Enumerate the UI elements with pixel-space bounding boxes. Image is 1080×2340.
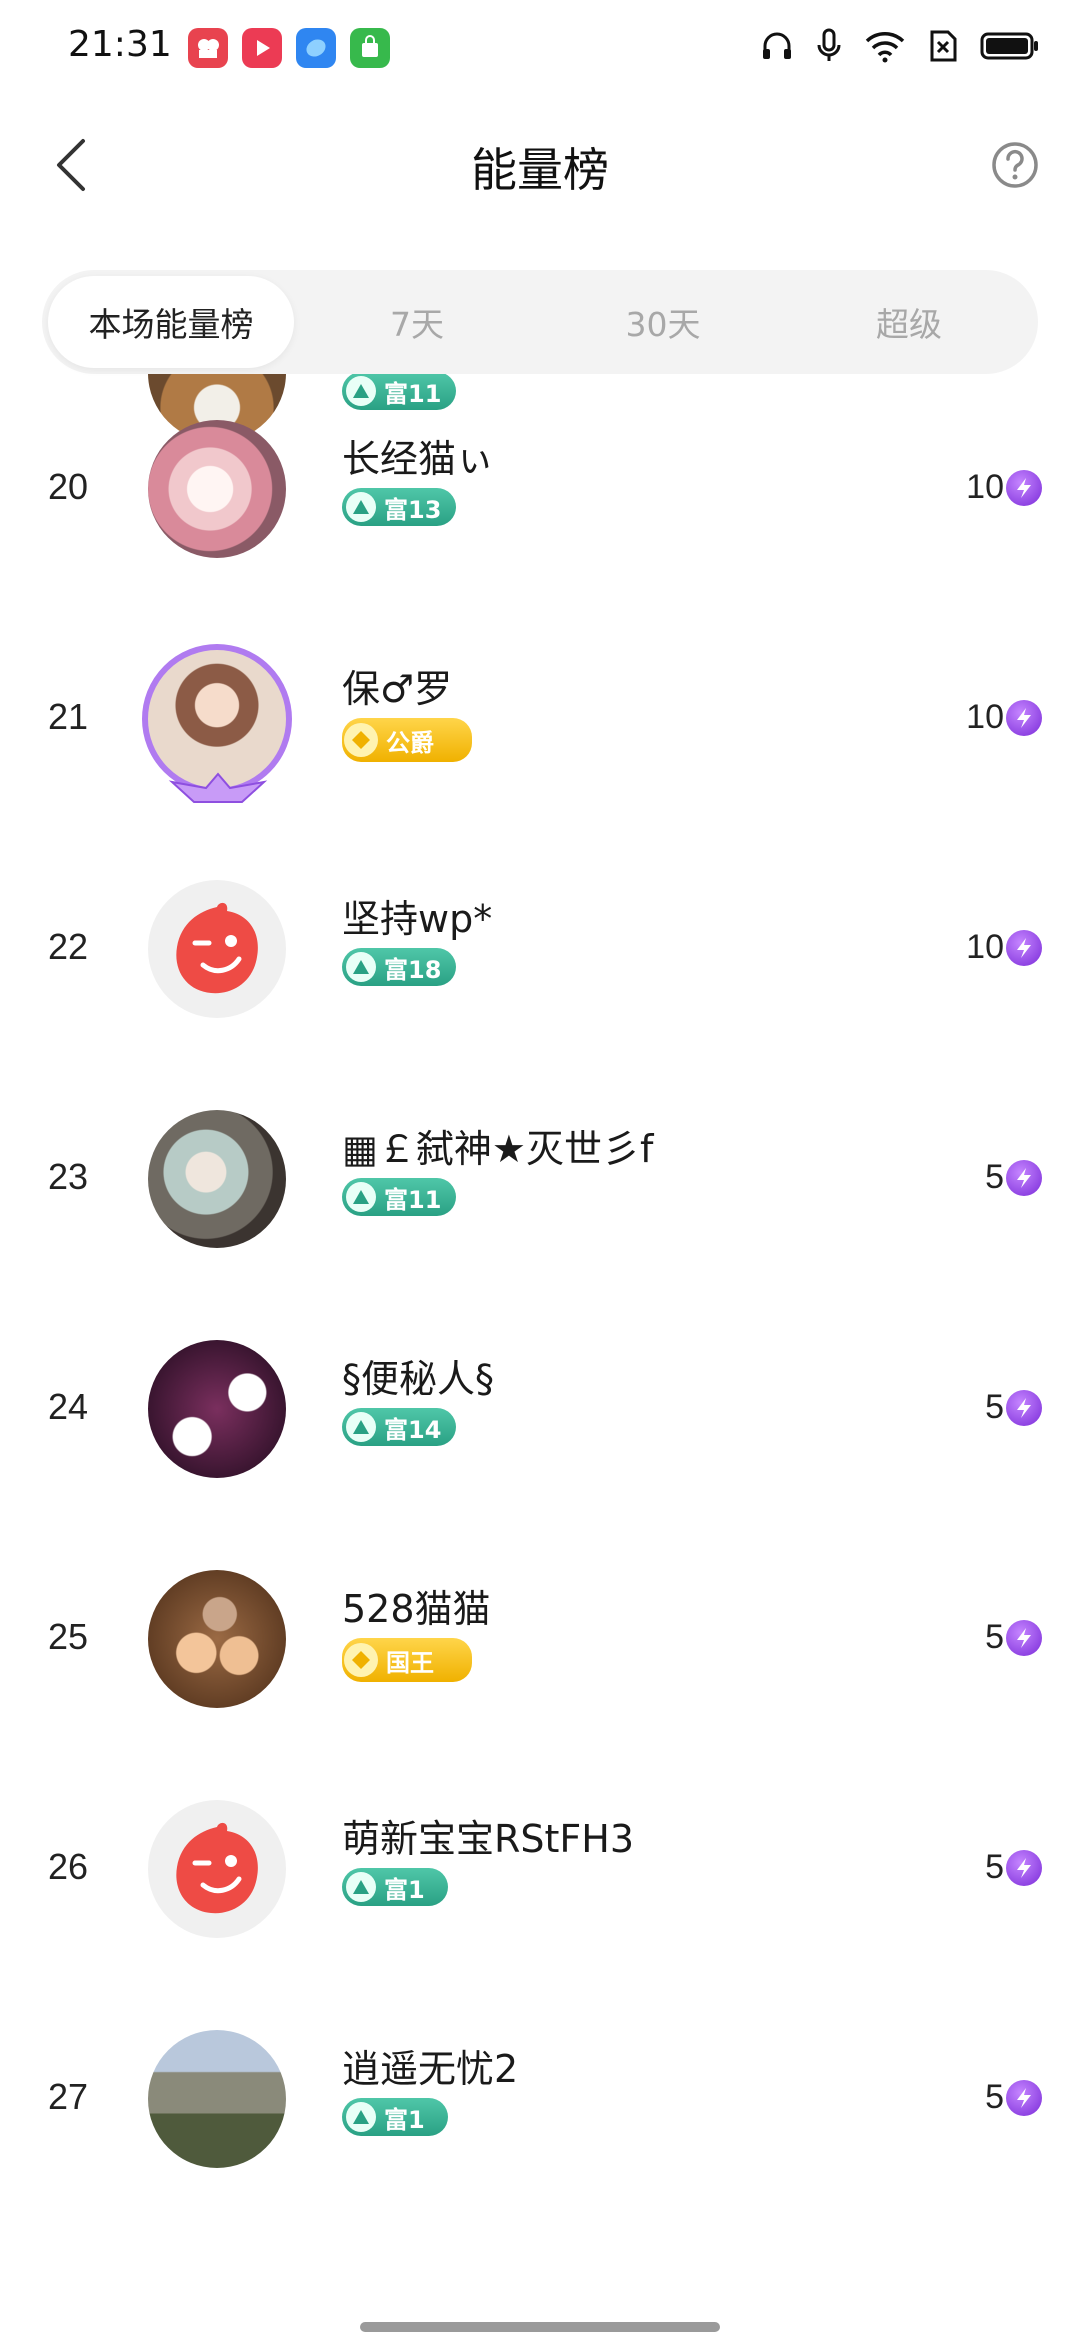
notification-icons [188, 28, 390, 68]
ranking-tabs: 本场能量榜 7天 30天 超级 [42, 270, 1038, 374]
energy-bolt-icon [1006, 1620, 1042, 1656]
list-item[interactable]: 25 528猫猫 国王 5 [0, 1524, 1080, 1754]
rank-number: 24 [48, 1386, 89, 1427]
avatar [148, 2030, 286, 2168]
list-item[interactable]: 21 保♂罗 公爵 10 [0, 604, 1080, 834]
message-app-icon [296, 28, 336, 68]
tab-current-session[interactable]: 本场能量榜 [48, 276, 294, 368]
energy-bolt-icon [1006, 2080, 1042, 2116]
store-app-icon [350, 28, 390, 68]
rank-number: 27 [48, 2076, 89, 2117]
energy-bolt-icon [1006, 700, 1042, 736]
rank-number: 22 [48, 926, 89, 967]
help-button[interactable] [990, 140, 1040, 190]
energy-score: 5 [985, 1618, 1004, 1656]
list-item[interactable]: 22 坚持wp* 富18 10 [0, 834, 1080, 1064]
avatar [148, 420, 286, 558]
default-avatar [148, 880, 286, 1018]
page-title: 能量榜 [471, 143, 609, 197]
status-time: 21:31 [68, 24, 172, 65]
wifi-icon [865, 32, 905, 63]
user-name: §便秘人§ [342, 1357, 495, 1401]
energy-bolt-icon [1006, 1160, 1042, 1196]
energy-bolt-icon [1006, 1390, 1042, 1426]
wealth-badge: 富13 [342, 488, 456, 526]
user-name: 坚持wp* [342, 897, 493, 941]
user-name: ▦￡弑神★灭世彡f [342, 1127, 654, 1171]
energy-score: 5 [985, 2078, 1004, 2116]
wealth-badge: 富1 [342, 2098, 448, 2136]
user-name: 长经猫ぃ [342, 437, 495, 481]
microphone-icon [817, 28, 841, 61]
avatar-frame-crown-icon [168, 772, 268, 803]
list-item[interactable]: 24 §便秘人§ 富14 5 [0, 1294, 1080, 1524]
list-item[interactable]: 26 萌新宝宝RStFH3 富1 5 [0, 1754, 1080, 1984]
energy-score: 5 [985, 1848, 1004, 1886]
avatar [148, 1570, 286, 1708]
user-name: 528猫猫 [342, 1587, 491, 1631]
energy-score: 5 [985, 1388, 1004, 1426]
energy-score: 10 [966, 468, 1004, 506]
list-item[interactable]: 27 逍遥无忧2 富1 5 [0, 1984, 1080, 2214]
wealth-badge: 富11 [342, 1178, 456, 1216]
no-sim-icon [930, 30, 957, 62]
energy-score: 5 [985, 1158, 1004, 1196]
user-name: 萌新宝宝RStFH3 [342, 1817, 635, 1861]
energy-bolt-icon [1006, 930, 1042, 966]
default-avatar [148, 1800, 286, 1938]
rank-number: 25 [48, 1616, 89, 1657]
user-name: 保♂罗 [342, 667, 453, 711]
wealth-badge: 富18 [342, 948, 456, 986]
app-notification-icon [188, 28, 228, 68]
wealth-badge: 富1 [342, 1868, 448, 1906]
wealth-badge: 富14 [342, 1408, 456, 1446]
ranking-list: 富11 20 长经猫ぃ 富13 10 21 保♂罗 公爵 10 22 坚持wp*… [0, 374, 1080, 2324]
rank-number: 21 [48, 696, 89, 737]
tab-7-days[interactable]: 7天 [294, 276, 540, 368]
wink-face-icon [176, 902, 258, 994]
list-item[interactable]: 20 长经猫ぃ 富13 10 [0, 374, 1080, 604]
energy-bolt-icon [1006, 1850, 1042, 1886]
energy-score: 10 [966, 698, 1004, 736]
rank-number: 23 [48, 1156, 89, 1197]
system-status-icons [760, 28, 1040, 64]
video-app-icon [242, 28, 282, 68]
noble-badge: 公爵 [342, 718, 472, 762]
rank-number: 26 [48, 1846, 89, 1887]
list-item[interactable]: 23 ▦￡弑神★灭世彡f 富11 5 [0, 1064, 1080, 1294]
status-bar: 21:31 [0, 0, 1080, 96]
home-indicator[interactable] [360, 2322, 720, 2332]
energy-score: 10 [966, 928, 1004, 966]
wink-face-icon [176, 1822, 258, 1914]
rank-number: 20 [48, 466, 89, 507]
tab-30-days[interactable]: 30天 [540, 276, 786, 368]
headphones-icon [763, 32, 791, 59]
question-circle-icon [992, 142, 1038, 188]
battery-icon [980, 32, 1038, 60]
energy-bolt-icon [1006, 470, 1042, 506]
avatar [148, 1110, 286, 1248]
tab-super[interactable]: 超级 [786, 276, 1032, 368]
header: 能量榜 [0, 96, 1080, 236]
noble-badge: 国王 [342, 1638, 472, 1682]
user-name: 逍遥无忧2 [342, 2047, 519, 2091]
avatar [148, 1340, 286, 1478]
